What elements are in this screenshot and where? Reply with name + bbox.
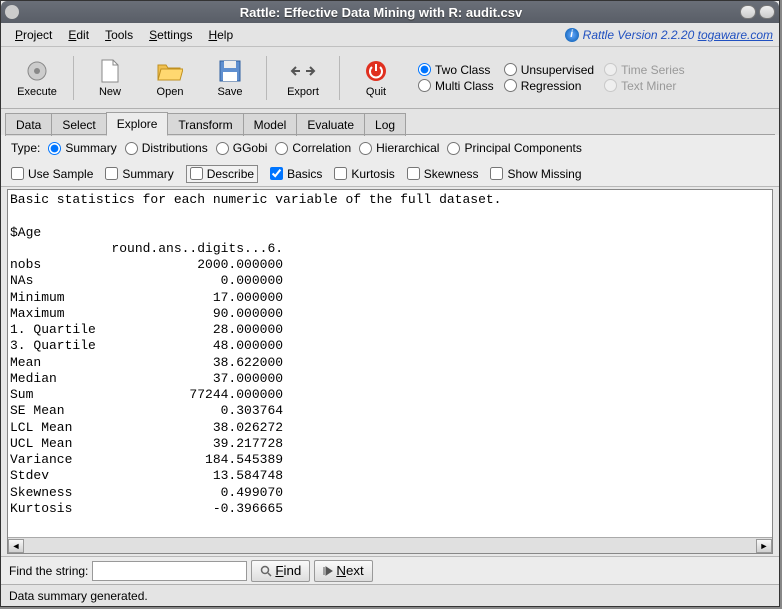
mode-radio-group: Two Class Unsupervised Time Series Multi… bbox=[418, 63, 685, 93]
maximize-button[interactable] bbox=[759, 5, 775, 19]
search-icon bbox=[260, 565, 272, 577]
gear-icon bbox=[24, 58, 50, 84]
opt-skewness[interactable]: Skewness bbox=[407, 167, 479, 181]
toolbar: Execute New Open Save Export Quit Two Cl… bbox=[1, 47, 779, 109]
mode-time-series[interactable]: Time Series bbox=[604, 63, 685, 77]
type-ggobi[interactable]: GGobi bbox=[216, 141, 268, 155]
window-title: Rattle: Effective Data Mining with R: au… bbox=[25, 5, 737, 20]
file-icon bbox=[97, 58, 123, 84]
separator bbox=[339, 56, 340, 100]
execute-button[interactable]: Execute bbox=[7, 51, 67, 105]
type-principal-components[interactable]: Principal Components bbox=[447, 141, 581, 155]
scroll-left-icon[interactable]: ◄ bbox=[8, 539, 24, 553]
convert-icon bbox=[290, 58, 316, 84]
tab-transform[interactable]: Transform bbox=[167, 113, 243, 136]
type-hierarchical[interactable]: Hierarchical bbox=[359, 141, 439, 155]
tab-explore[interactable]: Explore bbox=[106, 112, 169, 136]
status-text: Data summary generated. bbox=[9, 589, 148, 603]
save-button[interactable]: Save bbox=[200, 51, 260, 105]
app-icon bbox=[5, 5, 19, 19]
scroll-right-icon[interactable]: ► bbox=[756, 539, 772, 553]
opt-show-missing[interactable]: Show Missing bbox=[490, 167, 581, 181]
mode-multi-class[interactable]: Multi Class bbox=[418, 79, 494, 93]
find-input[interactable] bbox=[92, 561, 247, 581]
next-button[interactable]: Next bbox=[314, 560, 372, 582]
titlebar: Rattle: Effective Data Mining with R: au… bbox=[1, 1, 779, 23]
find-button[interactable]: Find bbox=[251, 560, 310, 582]
type-label: Type: bbox=[11, 141, 40, 155]
h-scrollbar[interactable]: ◄ ► bbox=[8, 537, 772, 553]
opt-kurtosis[interactable]: Kurtosis bbox=[334, 167, 394, 181]
type-summary[interactable]: Summary bbox=[48, 141, 116, 155]
menu-help[interactable]: Help bbox=[200, 26, 241, 44]
opt-describe[interactable]: Describe bbox=[186, 165, 258, 183]
menu-settings[interactable]: Settings bbox=[141, 26, 200, 44]
tab-evaluate[interactable]: Evaluate bbox=[296, 113, 365, 136]
mode-unsupervised[interactable]: Unsupervised bbox=[504, 63, 594, 77]
tab-data[interactable]: Data bbox=[5, 113, 52, 136]
opt-basics[interactable]: Basics bbox=[270, 167, 322, 181]
next-icon bbox=[323, 566, 333, 576]
tab-select[interactable]: Select bbox=[51, 113, 106, 136]
opt-use-sample[interactable]: Use Sample bbox=[11, 167, 93, 181]
menu-tools[interactable]: Tools bbox=[97, 26, 141, 44]
mode-text-miner[interactable]: Text Miner bbox=[604, 79, 685, 93]
info-icon: i bbox=[565, 28, 579, 42]
type-distributions[interactable]: Distributions bbox=[125, 141, 208, 155]
tab-model[interactable]: Model bbox=[243, 113, 298, 136]
menubar: Project Edit Tools Settings Help i Rattl… bbox=[1, 23, 779, 47]
export-button[interactable]: Export bbox=[273, 51, 333, 105]
new-button[interactable]: New bbox=[80, 51, 140, 105]
output-panel: Basic statistics for each numeric variab… bbox=[7, 189, 773, 554]
tab-log[interactable]: Log bbox=[364, 113, 406, 136]
version-info: i Rattle Version 2.2.20 togaware.com bbox=[565, 28, 773, 42]
find-label: Find the string: bbox=[9, 564, 88, 578]
separator bbox=[73, 56, 74, 100]
menu-edit[interactable]: Edit bbox=[60, 26, 97, 44]
main-window: Rattle: Effective Data Mining with R: au… bbox=[0, 0, 780, 607]
folder-open-icon bbox=[157, 58, 183, 84]
power-icon bbox=[363, 58, 389, 84]
quit-button[interactable]: Quit bbox=[346, 51, 406, 105]
output-text[interactable]: Basic statistics for each numeric variab… bbox=[8, 190, 772, 537]
mode-two-class[interactable]: Two Class bbox=[418, 63, 494, 77]
minimize-button[interactable] bbox=[740, 5, 756, 19]
separator bbox=[266, 56, 267, 100]
find-bar: Find the string: Find Next bbox=[1, 556, 779, 584]
open-button[interactable]: Open bbox=[140, 51, 200, 105]
opt-summary[interactable]: Summary bbox=[105, 167, 173, 181]
mode-regression[interactable]: Regression bbox=[504, 79, 594, 93]
tabbar: Data Select Explore Transform Model Eval… bbox=[1, 109, 779, 135]
menu-project[interactable]: Project bbox=[7, 26, 60, 44]
options-bar: Use Sample Summary Describe Basics Kurto… bbox=[1, 161, 779, 187]
statusbar: Data summary generated. bbox=[1, 584, 779, 606]
togaware-link[interactable]: togaware.com bbox=[698, 28, 773, 42]
type-correlation[interactable]: Correlation bbox=[275, 141, 351, 155]
floppy-icon bbox=[217, 58, 243, 84]
type-bar: Type: Summary Distributions GGobi Correl… bbox=[1, 135, 779, 161]
